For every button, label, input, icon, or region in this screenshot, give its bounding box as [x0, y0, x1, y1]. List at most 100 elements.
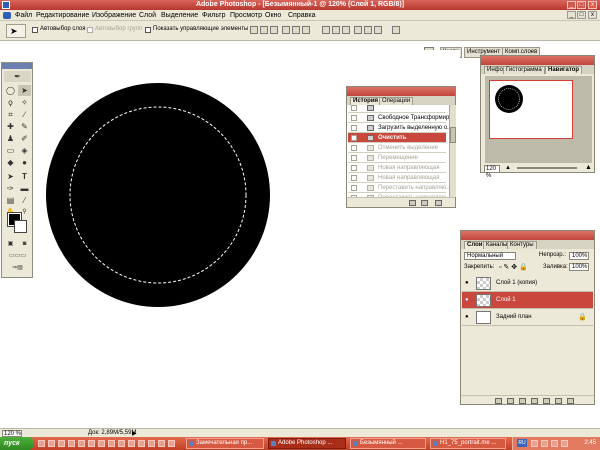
close-button[interactable]: x	[588, 1, 597, 9]
auto-align-icon[interactable]	[392, 26, 400, 34]
layer-visibility-eye-icon[interactable]: ●	[465, 314, 469, 320]
menu-window[interactable]: Окно	[265, 12, 281, 19]
distribute-top-icon[interactable]	[322, 26, 330, 34]
fill-field[interactable]: 100%	[569, 263, 589, 271]
zoom-in-icon[interactable]: ▲	[585, 164, 592, 171]
menu-select[interactable]: Выделение	[161, 12, 198, 19]
navigator-zoom-field[interactable]: 120 %	[484, 165, 500, 179]
lasso-tool-icon[interactable]: ϙ	[4, 97, 17, 108]
menu-filter[interactable]: Фильтр	[202, 12, 226, 19]
shape-tool-icon[interactable]: ▬	[18, 183, 31, 194]
blend-mode-select[interactable]: Нормальный	[464, 252, 516, 260]
taskbar-task-button[interactable]: Замечательная пр...	[186, 438, 264, 449]
tray-icon-1[interactable]	[531, 440, 538, 447]
align-hcenter-icon[interactable]	[292, 26, 300, 34]
history-item[interactable]: Новая направляющая	[348, 173, 446, 183]
distribute-right-icon[interactable]	[374, 26, 382, 34]
jump-to-imageready-icon[interactable]: ⇒▤	[4, 263, 31, 274]
notes-tool-icon[interactable]: ▤	[4, 195, 17, 206]
distribute-bottom-icon[interactable]	[342, 26, 350, 34]
distribute-left-icon[interactable]	[354, 26, 362, 34]
quick-launch-desktop-icon[interactable]	[38, 440, 45, 447]
distribute-vcenter-icon[interactable]	[332, 26, 340, 34]
layer-name[interactable]: Задний план	[496, 314, 532, 320]
language-indicator[interactable]: RU	[517, 439, 527, 447]
app-menu-icon[interactable]	[3, 12, 11, 19]
delete-layer-icon[interactable]	[567, 398, 574, 404]
history-brush-source-checkbox[interactable]	[351, 155, 357, 161]
history-item[interactable]: Отменить выделение	[348, 143, 446, 153]
doc-restore-button[interactable]: □	[577, 11, 586, 19]
eyedropper-tool-icon[interactable]: ⁄	[18, 195, 31, 206]
quick-launch-app2-icon[interactable]	[98, 440, 105, 447]
screen-mode-icon[interactable]: ▭▭▭	[4, 251, 31, 262]
blur-tool-icon[interactable]: ◆	[4, 157, 17, 168]
layer-name[interactable]: Слой 1	[496, 297, 516, 303]
history-brush-source-checkbox[interactable]	[351, 115, 357, 121]
taskbar-task-button[interactable]: Adobe Photoshop ...	[268, 438, 346, 449]
lock-icons[interactable]: ▫ ✎ ✥ 🔒	[499, 263, 528, 271]
status-arrow-icon[interactable]: ▶	[132, 430, 137, 437]
background-color-swatch[interactable]	[14, 220, 27, 233]
quick-launch-media-icon[interactable]	[58, 440, 65, 447]
history-brush-source-checkbox[interactable]	[351, 105, 357, 111]
dodge-tool-icon[interactable]: ●	[18, 157, 31, 168]
tab-actions[interactable]: Операции	[379, 97, 414, 105]
align-left-icon[interactable]	[282, 26, 290, 34]
link-layers-icon[interactable]	[495, 398, 502, 404]
quick-launch-app7-icon[interactable]	[148, 440, 155, 447]
trash-icon[interactable]	[435, 200, 442, 206]
adobe-online-icon[interactable]: ✒	[4, 71, 31, 82]
history-scrollbar[interactable]	[449, 105, 456, 197]
path-selection-tool-icon[interactable]: ➤	[4, 171, 17, 182]
type-tool-icon[interactable]: T	[18, 171, 31, 182]
doc-minimize-button[interactable]: _	[567, 11, 576, 19]
clone-stamp-tool-icon[interactable]: ♟	[4, 133, 17, 144]
quick-launch-ie-icon[interactable]	[48, 440, 55, 447]
marquee-tool-icon[interactable]: ◯	[4, 85, 17, 96]
minimize-button[interactable]: _	[567, 1, 576, 9]
tools-palette-header[interactable]	[2, 63, 32, 69]
quick-launch-explorer-icon[interactable]	[68, 440, 75, 447]
history-item[interactable]	[348, 105, 446, 113]
quick-launch-app4-icon[interactable]	[118, 440, 125, 447]
history-item[interactable]: Свободное Трансформир...	[348, 113, 449, 123]
layer-row[interactable]: ● Слой 1	[462, 292, 593, 309]
layer-style-icon[interactable]	[507, 398, 514, 404]
adjustment-layer-icon[interactable]	[531, 398, 538, 404]
history-brush-source-checkbox[interactable]	[351, 165, 357, 171]
history-brush-source-checkbox[interactable]	[351, 145, 357, 151]
history-scrollbar-thumb[interactable]	[450, 127, 456, 143]
tab-paths[interactable]: Контуры	[507, 241, 537, 249]
distribute-hcenter-icon[interactable]	[364, 26, 372, 34]
quick-launch-app-icon[interactable]	[88, 440, 95, 447]
menu-view[interactable]: Просмотр	[230, 12, 262, 19]
zoom-out-icon[interactable]: ▲	[505, 165, 511, 171]
navigator-preview[interactable]	[485, 76, 592, 163]
slice-tool-icon[interactable]: ∕	[18, 109, 31, 120]
tab-history[interactable]: История	[350, 97, 382, 105]
eraser-tool-icon[interactable]: ▭	[4, 145, 17, 156]
pen-tool-icon[interactable]: ✑	[4, 183, 17, 194]
taskbar-task-button[interactable]: H1_75_portrait.me ...	[430, 438, 506, 449]
layer-mask-icon[interactable]	[519, 398, 526, 404]
menu-edit[interactable]: Редактирование	[36, 12, 89, 19]
brush-tool-icon[interactable]: ✎	[18, 121, 31, 132]
quick-launch-app9-icon[interactable]	[168, 440, 175, 447]
new-group-icon[interactable]	[543, 398, 550, 404]
paint-bucket-tool-icon[interactable]: ◈	[18, 145, 31, 156]
snapshot-icon[interactable]	[421, 200, 428, 206]
auto-select-group-checkbox[interactable]	[87, 27, 93, 33]
tool-preset-picker[interactable]: ➤	[6, 24, 26, 38]
tab-navigator[interactable]: Навигатор	[545, 66, 583, 74]
menu-image[interactable]: Изображение	[92, 12, 136, 19]
maximize-button[interactable]: □	[577, 1, 586, 9]
align-right-icon[interactable]	[302, 26, 310, 34]
magic-wand-tool-icon[interactable]: ✧	[18, 97, 31, 108]
new-layer-icon[interactable]	[555, 398, 562, 404]
standard-mode-icon[interactable]: ▣	[4, 239, 17, 250]
history-palette-header[interactable]	[347, 87, 455, 96]
align-vcenter-icon[interactable]	[260, 26, 268, 34]
navigator-zoom-slider[interactable]	[517, 167, 577, 169]
layer-row[interactable]: ● Слой 1 (копия)	[462, 275, 593, 292]
